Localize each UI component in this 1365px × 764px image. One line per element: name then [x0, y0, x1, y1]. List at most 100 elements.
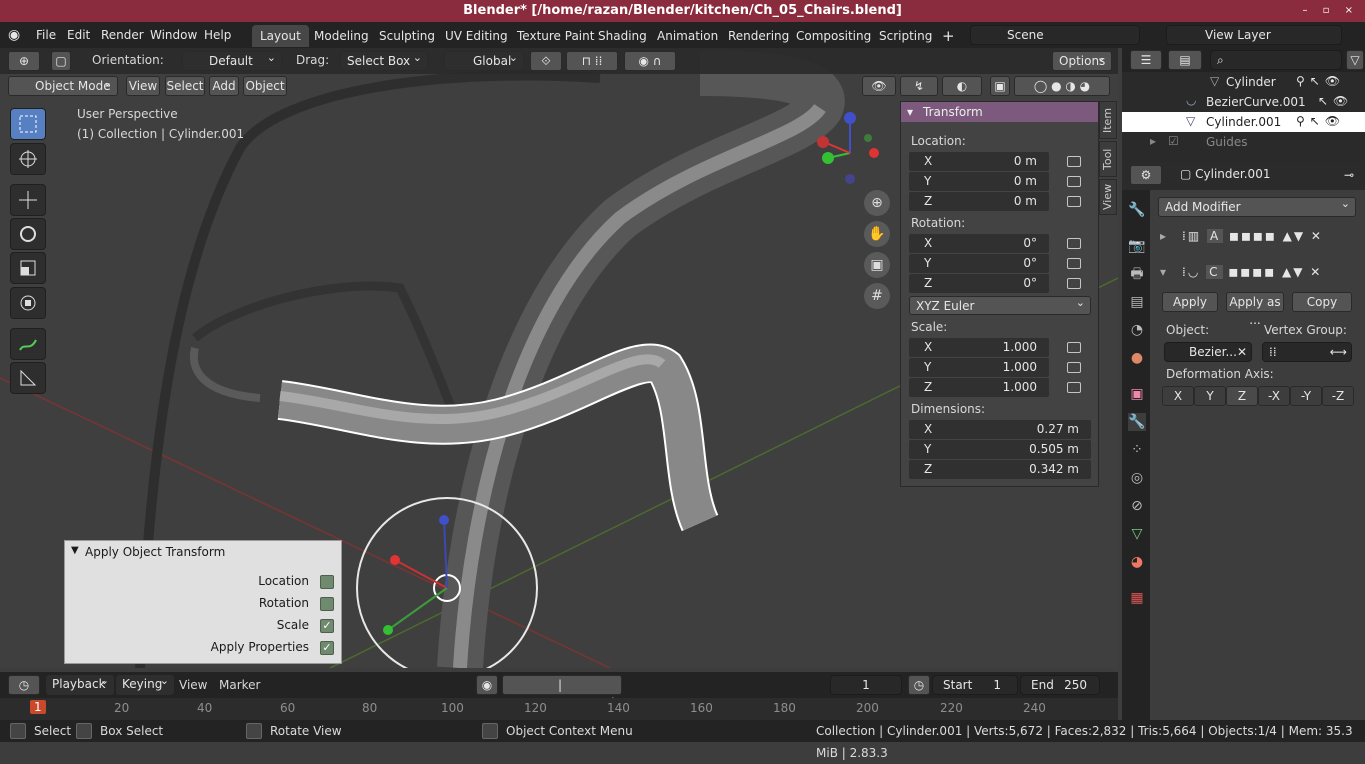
texture-icon[interactable]: ▦ — [1128, 589, 1146, 607]
lock-icon[interactable] — [1067, 238, 1081, 249]
blender-logo-icon[interactable]: ◉ — [8, 26, 20, 44]
tab-uv-editing[interactable]: UV Editing — [437, 25, 516, 47]
record-icon[interactable]: ◉ — [476, 675, 498, 695]
axis-z-button[interactable]: Z — [1226, 386, 1258, 406]
outliner-row-cylinder[interactable]: ▽ Cylinder ⚲↖👁 — [1122, 72, 1365, 92]
tab-view[interactable]: View — [1099, 179, 1117, 215]
copy-button[interactable]: Copy — [1292, 292, 1352, 312]
playback-menu[interactable]: Playback — [46, 672, 114, 695]
add-workspace-icon[interactable]: + — [934, 25, 963, 47]
location-y-field[interactable]: Y 0 m — [909, 172, 1049, 191]
tool-option-icon[interactable]: ▢ — [51, 51, 71, 71]
outliner-row-cylinder-001[interactable]: ▽ Cylinder.001 ⚲↖👁 — [1122, 112, 1365, 132]
expand-arrow-icon[interactable]: ▸ — [1150, 134, 1156, 148]
collapse-icon[interactable]: ▼ — [71, 545, 79, 556]
lock-icon[interactable] — [1067, 278, 1081, 289]
window-controls[interactable]: – ▫ × — [1302, 0, 1359, 22]
proportional-edit-icon[interactable]: ◉ ∩ — [624, 51, 676, 71]
tab-tool[interactable]: Tool — [1099, 141, 1117, 177]
vertex-group-field[interactable]: ⁞⁞ ⟷ — [1262, 342, 1352, 362]
scale-tool[interactable] — [10, 252, 46, 284]
apply-as-button[interactable]: Apply as ... — [1226, 292, 1284, 327]
gizmo-toggle-icon[interactable]: ↯ — [900, 76, 938, 96]
camera-view-icon[interactable]: ▣ — [864, 252, 890, 278]
transform-panel-header[interactable]: ▾ Transform — [901, 102, 1098, 122]
rotate-tool[interactable] — [10, 218, 46, 250]
tab-compositing[interactable]: Compositing — [788, 25, 879, 47]
scene-icon[interactable]: ◔ — [1128, 321, 1146, 339]
timeline-marker-menu[interactable]: Marker — [219, 678, 260, 692]
lock-icon[interactable] — [1067, 196, 1081, 207]
rotation-mode-dropdown[interactable]: XYZ Euler — [909, 294, 1091, 315]
data-icon[interactable]: ▽ — [1128, 525, 1146, 543]
nav-gizmo-y[interactable] — [822, 152, 834, 164]
scale-z-field[interactable]: Z 1.000 — [909, 378, 1049, 397]
outliner-search-input[interactable]: ⌕ — [1210, 50, 1342, 70]
view-layer-selector[interactable]: View Layer — [1166, 25, 1342, 45]
tab-layout[interactable]: Layout — [252, 25, 309, 47]
tab-shading[interactable]: Shading — [590, 25, 655, 47]
rotation-x-field[interactable]: X 0° — [909, 234, 1049, 253]
nav-gizmo-x-neg[interactable] — [869, 148, 879, 158]
axis-neg-y-button[interactable]: -Y — [1290, 386, 1322, 406]
nav-gizmo-z-neg[interactable] — [845, 174, 855, 184]
menu-edit[interactable]: Edit — [67, 26, 90, 44]
lock-icon[interactable] — [1067, 342, 1081, 353]
transform-tool[interactable] — [10, 287, 46, 319]
snap-icon[interactable]: ⊓ ⁞⁞ — [566, 51, 618, 71]
expand-arrow-icon[interactable]: ▾ — [1160, 265, 1166, 279]
options-dropdown[interactable]: Options — [1052, 49, 1112, 71]
view-menu[interactable]: View — [126, 76, 160, 96]
curve-object-field[interactable]: Bezier... ✕ — [1164, 342, 1252, 362]
lock-icon[interactable] — [1067, 176, 1081, 187]
drag-dropdown[interactable]: Select Box — [340, 49, 428, 71]
annotate-tool[interactable] — [10, 328, 46, 360]
tab-rendering[interactable]: Rendering — [720, 25, 797, 47]
lock-icon[interactable] — [1067, 258, 1081, 269]
location-z-field[interactable]: Z 0 m — [909, 192, 1049, 211]
rotation-z-field[interactable]: Z 0° — [909, 274, 1049, 293]
menu-help[interactable]: Help — [204, 26, 231, 44]
overlay-toggle-icon[interactable]: ◐ — [942, 76, 982, 96]
zoom-icon[interactable]: ⊕ — [864, 190, 890, 216]
nav-gizmo-y-neg[interactable] — [864, 134, 872, 142]
tool-icon[interactable]: ⊕ — [8, 51, 40, 71]
visibility-icon[interactable]: 👁 — [862, 76, 896, 96]
clear-icon[interactable]: ✕ — [1237, 343, 1247, 361]
tab-item[interactable]: Item — [1099, 101, 1117, 139]
apply-location-checkbox[interactable] — [320, 575, 334, 589]
restrict-icons[interactable]: ↖👁 — [1318, 94, 1353, 108]
menu-file[interactable]: File — [36, 26, 56, 44]
display-mode-icon[interactable]: ▤ — [1168, 50, 1202, 70]
editor-type-icon[interactable]: ☰ — [1130, 50, 1162, 70]
restrict-icons[interactable]: ⚲↖👁 — [1296, 114, 1345, 128]
axis-neg-x-button[interactable]: -X — [1258, 386, 1290, 406]
tool-settings-icon[interactable]: 🔧 — [1128, 201, 1146, 219]
use-preview-range-icon[interactable]: ◷ — [908, 675, 930, 695]
timeline-ruler[interactable]: 1 20 40 60 80 100 120 140 160 180 200 22… — [0, 698, 1118, 720]
end-frame-field[interactable]: End 250 — [1020, 675, 1100, 695]
outliner-row-guides[interactable]: ▸ ☑ Guides — [1122, 132, 1365, 152]
expand-arrow-icon[interactable]: ▸ — [1160, 229, 1166, 243]
filter-icon[interactable]: ▽ — [1346, 50, 1364, 70]
invert-icon[interactable]: ⟷ — [1330, 343, 1347, 361]
location-x-field[interactable]: X 0 m — [909, 152, 1049, 171]
tab-animation[interactable]: Animation — [649, 25, 726, 47]
ortho-grid-icon[interactable]: # — [864, 283, 890, 309]
tab-sculpting[interactable]: Sculpting — [371, 25, 443, 47]
tab-modeling[interactable]: Modeling — [306, 25, 377, 47]
apply-button[interactable]: Apply — [1162, 292, 1218, 312]
render-icon[interactable]: 📷 — [1128, 237, 1146, 255]
cursor-tool[interactable] — [10, 143, 46, 175]
xray-icon[interactable]: ▣ — [990, 76, 1010, 96]
orientation-dropdown[interactable]: Default — [182, 49, 282, 71]
view-layer-icon[interactable]: ▤ — [1128, 293, 1146, 311]
keying-menu[interactable]: Keying — [116, 672, 174, 695]
axis-y-button[interactable]: Y — [1194, 386, 1226, 406]
lock-icon[interactable] — [1067, 362, 1081, 373]
pivot-icon[interactable]: ⟐ — [530, 51, 562, 71]
nav-gizmo-z[interactable] — [844, 112, 856, 124]
constraints-icon[interactable]: ⊘ — [1128, 497, 1146, 515]
shading-mode-icons[interactable]: ◯ ● ◑ ◕ — [1014, 76, 1110, 96]
modifier-curve-icons[interactable]: ⁞◡ C ◼◼◼◼ ▲▼ ✕ — [1182, 265, 1322, 279]
